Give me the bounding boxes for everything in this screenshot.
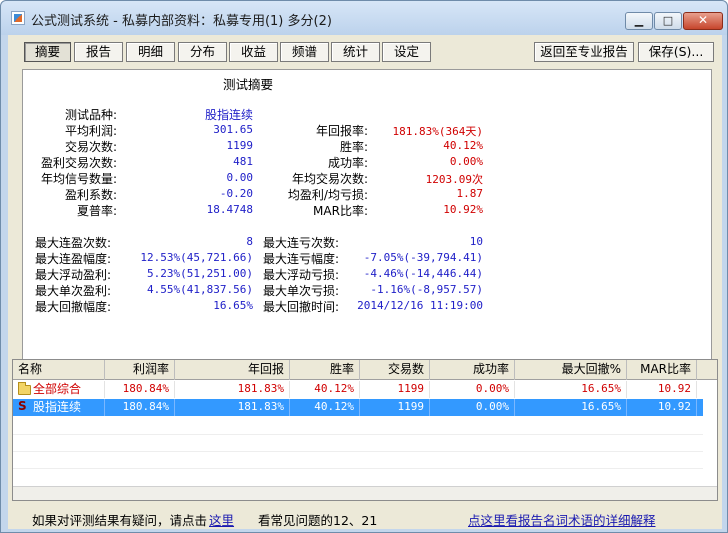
term-explanation-link[interactable]: 点这里看报告名词术语的详细解释 [468,510,656,529]
title-bar[interactable]: 公式测试系统 - 私募内部资料：私募专用(1) 多分(2) ▁ □ ✕ [1,1,727,35]
summary-label: 测试品种: [64,108,117,122]
summary-label: 盈利系数: [64,188,117,202]
summary-value: 4.55%(41,837.56) [147,283,253,296]
grid-line [13,468,703,469]
summary-value: 2014/12/16 11:19:00 [357,299,483,312]
results-table[interactable]: 名称 利润率 年回报 胜率 交易数 成功率 最大回撤% MAR比率 全部综合 1… [12,359,718,501]
footer-question-text: 如果对评测结果有疑问，请点击 [32,513,208,528]
column-header-success-rate[interactable]: 成功率 [430,360,515,380]
summary-value: 18.4748 [206,203,253,216]
column-header-win-rate[interactable]: 胜率 [290,360,360,380]
summary-value: 1199 [226,139,254,152]
app-window: 公式测试系统 - 私募内部资料：私募专用(1) 多分(2) ▁ □ ✕ 摘要 报… [0,0,728,533]
table-row-selected[interactable]: S 股指连续 180.84% 181.83% 40.12% 1199 0.00%… [13,399,703,416]
summary-value: 0.00% [449,155,483,168]
column-header-trades[interactable]: 交易数 [360,360,430,380]
client-area: 摘要 报告 明细 分布 收益 频谱 统计 设定 返回至专业报告 保存(S)...… [8,35,722,529]
summary-value: -4.46%(-14,446.44) [363,267,483,280]
tab-spectrum[interactable]: 频谱 [280,42,329,62]
summary-value: 481 [233,155,253,168]
column-header-profit-rate[interactable]: 利润率 [105,360,175,380]
summary-value: 1.87 [456,187,484,200]
summary-value: -7.05%(-39,794.41) [363,251,483,264]
maximize-icon: □ [662,14,674,27]
summary-label: 平均利润: [64,124,117,138]
maximize-button[interactable]: □ [654,12,682,30]
column-header-mar[interactable]: MAR比率 [627,360,697,380]
row-name: 全部综合 [13,381,105,398]
cell-mar: 10.92 [627,381,697,398]
tab-report[interactable]: 报告 [74,42,123,62]
cell-max-drawdown: 16.65% [515,381,627,398]
cell-profit-rate: 180.84% [105,399,175,416]
column-header-annual-return[interactable]: 年回报 [175,360,290,380]
summary-value: 0.00 [226,171,254,184]
cell-max-drawdown: 16.65% [515,399,627,416]
cell-annual-return: 181.83% [175,399,290,416]
minimize-button[interactable]: ▁ [625,12,653,30]
grid-line [13,434,703,435]
summary-value: 181.83%(364天) [392,125,483,138]
close-button[interactable]: ✕ [683,12,723,30]
minimize-icon: ▁ [634,14,644,27]
column-header-name[interactable]: 名称 [13,360,105,380]
tab-statistics[interactable]: 统计 [331,42,380,62]
window-title: 公式测试系统 - 私募内部资料：私募专用(1) 多分(2) [31,14,332,29]
summary-value: 5.23%(51,251.00) [147,267,253,280]
tab-profit[interactable]: 收益 [229,42,278,62]
summary-value: 12.53%(45,721.66) [140,251,253,264]
table-header: 名称 利润率 年回报 胜率 交易数 成功率 最大回撤% MAR比率 [13,360,717,380]
footer-faq-text: 看常见问题的12、21 [258,513,378,528]
tab-summary[interactable]: 摘要 [24,42,71,62]
summary-value: 8 [246,235,253,248]
horizontal-scrollbar[interactable] [13,486,717,500]
grid-line [13,451,703,452]
summary-value: 股指连续 [204,108,253,122]
summary-label: 年均信号数量: [40,172,117,186]
cell-trades: 1199 [360,381,430,398]
summary-label: 交易次数: [64,140,117,154]
tab-detail[interactable]: 明细 [126,42,175,62]
summary-value: 1203.09次 [425,173,483,186]
summary-value: 10 [469,235,483,248]
close-icon: ✕ [697,13,709,27]
table-row[interactable]: 全部综合 180.84% 181.83% 40.12% 1199 0.00% 1… [13,381,703,398]
summary-label: 盈利交易次数: [40,156,117,170]
column-header-max-drawdown[interactable]: 最大回撤% [515,360,627,380]
cell-trades: 1199 [360,399,430,416]
tab-settings[interactable]: 设定 [382,42,431,62]
here-link[interactable]: 这里 [209,510,234,529]
row-name: 股指连续 [13,399,105,416]
cell-success-rate: 0.00% [430,381,515,398]
cell-mar: 10.92 [627,399,697,416]
cell-profit-rate: 180.84% [105,381,175,398]
cell-annual-return: 181.83% [175,381,290,398]
summary-value: 40.12% [443,139,483,152]
summary-title: 测试摘要 [223,77,274,92]
cell-win-rate: 40.12% [290,381,360,398]
summary-value: -0.20 [219,187,253,200]
summary-label: 夏普率: [76,204,117,218]
cell-success-rate: 0.00% [430,399,515,416]
summary-value: 301.65 [213,123,253,136]
summary-value: 10.92% [443,203,483,216]
summary-panel: 测试摘要 测试品种: 股指连续 平均利润: 301.65 交易次数: 1199 … [22,69,712,379]
cell-win-rate: 40.12% [290,399,360,416]
app-icon [11,11,25,25]
summary-value: 16.65% [213,299,253,312]
summary-value: -1.16%(-8,957.57) [370,283,483,296]
tab-distribution[interactable]: 分布 [178,42,227,62]
back-to-report-button[interactable]: 返回至专业报告 [534,42,634,62]
save-button[interactable]: 保存(S)... [638,42,714,62]
footer-bar: 如果对评测结果有疑问，请点击 这里 看常见问题的12、21 点这里看报告名词术语… [8,505,722,529]
